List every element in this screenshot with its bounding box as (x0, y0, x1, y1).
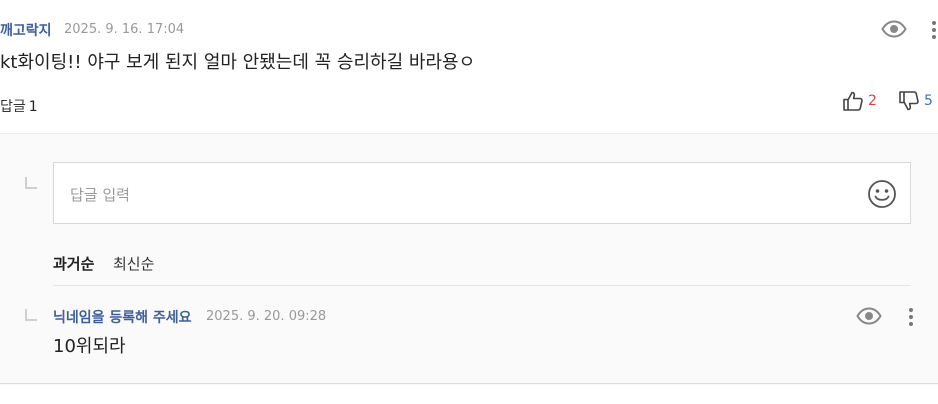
comment-date: 2025. 9. 16. 17:04 (64, 22, 185, 37)
dislike-button[interactable]: 5 (898, 90, 933, 112)
more-vertical-icon[interactable] (905, 305, 917, 329)
sort-divider (53, 285, 911, 286)
reply-label: 답글 (0, 99, 26, 115)
dislike-count: 5 (924, 93, 933, 109)
reply-input-container (53, 162, 911, 224)
reply-section-divider (0, 383, 938, 384)
comment-nickname[interactable]: 깨고락지 (0, 20, 52, 40)
eye-icon[interactable] (855, 305, 883, 327)
emoji-smile-icon[interactable] (866, 178, 898, 210)
reply-indent-icon (25, 309, 37, 321)
like-button[interactable]: 2 (842, 90, 877, 112)
reply-toggle-button[interactable]: 답글 1 (0, 96, 38, 116)
thumbs-down-icon (899, 91, 919, 111)
sort-oldest-tab[interactable]: 과거순 (53, 253, 94, 274)
reply-nickname[interactable]: 닉네임을 등록해 주세요 (53, 307, 192, 327)
eye-icon[interactable] (880, 18, 908, 40)
reply-input[interactable] (68, 181, 832, 209)
comment-text: kt화이팅!! 야구 보게 된지 얼마 안됐는데 꼭 승리하길 바라용ㅇ (0, 52, 476, 73)
reply-date: 2025. 9. 20. 09:28 (206, 309, 327, 324)
reply-indent-icon (25, 177, 37, 189)
sort-newest-tab[interactable]: 최신순 (113, 253, 154, 274)
reply-count: 1 (28, 99, 38, 115)
more-vertical-icon[interactable] (928, 18, 938, 42)
thumbs-up-icon (843, 91, 863, 111)
like-count: 2 (868, 93, 877, 109)
reply-text: 10위되라 (53, 336, 126, 357)
